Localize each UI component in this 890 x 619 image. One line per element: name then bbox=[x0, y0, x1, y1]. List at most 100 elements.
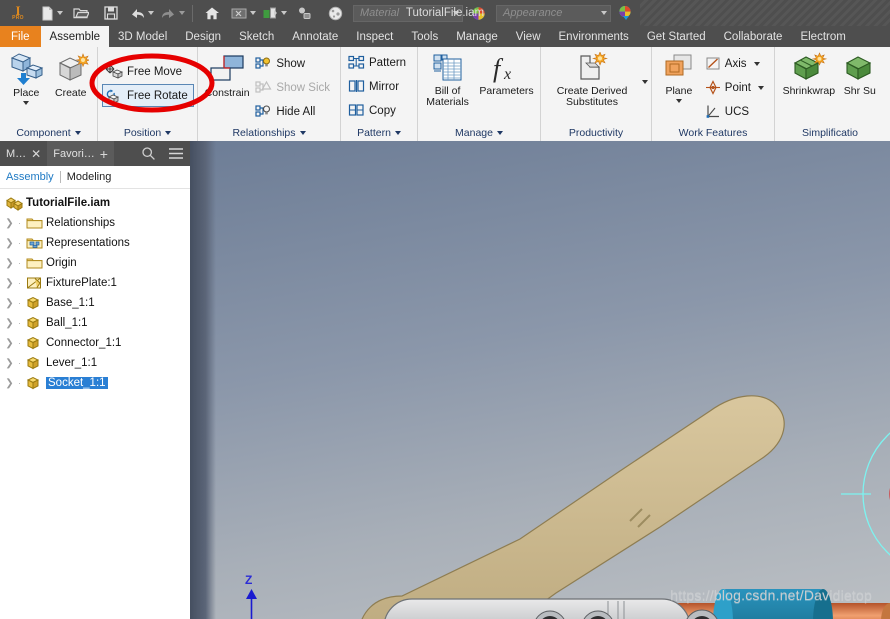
panel-productivity-label-row[interactable]: Productivity bbox=[541, 124, 651, 141]
close-icon[interactable]: ✕ bbox=[31, 147, 41, 161]
tab-design[interactable]: Design bbox=[176, 26, 230, 47]
browser-tab-model[interactable]: M… ✕ bbox=[0, 141, 47, 166]
tree-node-socket[interactable]: ❯ · Socket_1:1 bbox=[4, 373, 190, 393]
update-button[interactable] bbox=[259, 0, 290, 26]
chevron-down-icon[interactable] bbox=[250, 11, 256, 15]
chevron-down-icon[interactable] bbox=[299, 130, 306, 135]
browser-tab-favorites[interactable]: Favori… + bbox=[47, 141, 114, 166]
chevron-down-icon[interactable] bbox=[453, 11, 459, 15]
parameters-button[interactable]: f x Parameters bbox=[477, 50, 536, 97]
tab-environments[interactable]: Environments bbox=[550, 26, 638, 47]
axis-label: Axis bbox=[724, 57, 747, 70]
chevron-down-icon[interactable] bbox=[179, 11, 185, 15]
expand-arrow-icon[interactable]: ❯ bbox=[4, 338, 15, 349]
undo-button[interactable] bbox=[126, 0, 157, 26]
adjust-appearance-button[interactable] bbox=[611, 0, 641, 26]
chevron-down-icon[interactable] bbox=[23, 101, 30, 105]
plane-label: Plane bbox=[665, 85, 693, 97]
expand-arrow-icon[interactable]: ❯ bbox=[4, 278, 15, 289]
panel-component-label-row[interactable]: Component bbox=[0, 124, 97, 141]
save-file-button[interactable] bbox=[96, 0, 126, 26]
tab-file[interactable]: File bbox=[0, 26, 41, 47]
appearance-sphere-button[interactable] bbox=[463, 0, 493, 26]
tree-node-relationships[interactable]: ❯ · Relationships bbox=[4, 213, 190, 233]
bill-of-materials-button[interactable]: Bill of Materials bbox=[422, 50, 473, 108]
new-file-button[interactable] bbox=[36, 0, 66, 26]
chevron-down-icon[interactable] bbox=[165, 130, 172, 135]
tree-node-ball[interactable]: ❯ · Ball_1:1 bbox=[4, 313, 190, 333]
expand-arrow-icon[interactable]: ❯ bbox=[4, 218, 15, 229]
tab-electromechanical[interactable]: Electrom bbox=[791, 26, 854, 47]
axis-button[interactable]: Axis bbox=[702, 52, 770, 75]
material-sphere-button[interactable] bbox=[320, 0, 350, 26]
material-combobox[interactable]: Material bbox=[353, 4, 463, 22]
tab-annotate[interactable]: Annotate bbox=[283, 26, 347, 47]
chevron-down-icon[interactable] bbox=[394, 130, 401, 135]
expand-arrow-icon[interactable]: ❯ bbox=[4, 318, 15, 329]
create-derived-substitutes-button[interactable]: Create Derived Substitutes bbox=[546, 50, 648, 108]
chevron-down-icon[interactable] bbox=[675, 99, 682, 103]
chevron-down-icon[interactable] bbox=[758, 85, 764, 90]
shrinkwrap-button[interactable]: Shrinkwrap bbox=[779, 50, 839, 97]
show-relationship-button[interactable]: Show bbox=[252, 52, 336, 75]
create-component-button[interactable]: Create bbox=[49, 50, 94, 99]
tree-node-fixtureplate[interactable]: ❯ · FixturePlate:1 bbox=[4, 273, 190, 293]
tab-tools[interactable]: Tools bbox=[402, 26, 447, 47]
tab-inspect[interactable]: Inspect bbox=[347, 26, 402, 47]
point-label: Point bbox=[724, 81, 751, 94]
tree-node-root[interactable]: TutorialFile.iam bbox=[4, 193, 190, 213]
3d-viewport[interactable]: Z https://blog.csdn.net/Davidietop bbox=[190, 141, 890, 619]
tab-assemble[interactable]: Assemble bbox=[40, 26, 110, 47]
expand-arrow-icon[interactable]: ❯ bbox=[4, 378, 15, 389]
copy-button[interactable]: Copy bbox=[345, 99, 412, 122]
tree-node-connector[interactable]: ❯ · Connector_1:1 bbox=[4, 333, 190, 353]
redo-button[interactable] bbox=[157, 0, 188, 26]
panel-manage-label-row[interactable]: Manage bbox=[418, 124, 540, 141]
browser-search-button[interactable] bbox=[135, 141, 162, 166]
tab-sketch[interactable]: Sketch bbox=[230, 26, 283, 47]
pattern-button[interactable]: Pattern bbox=[345, 51, 412, 74]
shrinkwrap-substitute-button[interactable]: Shr Su bbox=[839, 50, 881, 97]
tree-node-base[interactable]: ❯ · Base_1:1 bbox=[4, 293, 190, 313]
sub-tab-modeling[interactable]: Modeling bbox=[67, 171, 112, 183]
chevron-down-icon[interactable] bbox=[753, 61, 760, 66]
sub-tab-assembly[interactable]: Assembly bbox=[6, 171, 54, 183]
tree-node-representations[interactable]: ❯ · Representations bbox=[4, 233, 190, 253]
expand-arrow-icon[interactable]: ❯ bbox=[4, 358, 15, 369]
tree-node-connector-label: Connector_1:1 bbox=[46, 337, 122, 349]
return-button[interactable] bbox=[227, 0, 259, 26]
chevron-down-icon[interactable] bbox=[642, 80, 648, 84]
hide-all-button[interactable]: Hide All bbox=[252, 100, 336, 123]
point-button[interactable]: Point bbox=[702, 76, 770, 99]
chevron-down-icon[interactable] bbox=[601, 11, 607, 15]
tree-node-origin[interactable]: ❯ · Origin bbox=[4, 253, 190, 273]
open-file-button[interactable] bbox=[66, 0, 96, 26]
home-button[interactable] bbox=[197, 0, 227, 26]
tab-manage[interactable]: Manage bbox=[447, 26, 507, 47]
expand-arrow-icon[interactable]: ❯ bbox=[4, 258, 15, 269]
chevron-down-icon[interactable] bbox=[281, 11, 287, 15]
tab-view[interactable]: View bbox=[507, 26, 550, 47]
add-tab-icon[interactable]: + bbox=[100, 147, 108, 161]
tab-3d-model[interactable]: 3D Model bbox=[109, 26, 176, 47]
tab-collaborate[interactable]: Collaborate bbox=[715, 26, 792, 47]
panel-relationships-label-row[interactable]: Relationships bbox=[198, 124, 340, 141]
panel-position-label-row[interactable]: Position bbox=[98, 124, 197, 141]
chevron-down-icon[interactable] bbox=[56, 11, 63, 15]
mirror-button[interactable]: Mirror bbox=[345, 75, 412, 98]
chevron-down-icon[interactable] bbox=[148, 11, 154, 15]
chevron-down-icon[interactable] bbox=[496, 130, 503, 135]
tree-node-lever[interactable]: ❯ · Lever_1:1 bbox=[4, 353, 190, 373]
place-component-button[interactable]: Place bbox=[4, 50, 49, 105]
select-button[interactable] bbox=[290, 0, 320, 26]
appearance-combobox[interactable]: Appearance bbox=[496, 4, 611, 22]
ucs-button[interactable]: UCS bbox=[702, 100, 770, 123]
expand-arrow-icon[interactable]: ❯ bbox=[4, 298, 15, 309]
chevron-down-icon[interactable] bbox=[74, 130, 81, 135]
tab-get-started[interactable]: Get Started bbox=[638, 26, 715, 47]
panel-pattern-label-row[interactable]: Pattern bbox=[341, 124, 417, 141]
plane-button[interactable]: Plane bbox=[656, 50, 702, 103]
expand-arrow-icon[interactable]: ❯ bbox=[4, 238, 15, 249]
browser-menu-button[interactable] bbox=[162, 141, 190, 166]
show-sick-button[interactable]: Show Sick bbox=[252, 76, 336, 99]
